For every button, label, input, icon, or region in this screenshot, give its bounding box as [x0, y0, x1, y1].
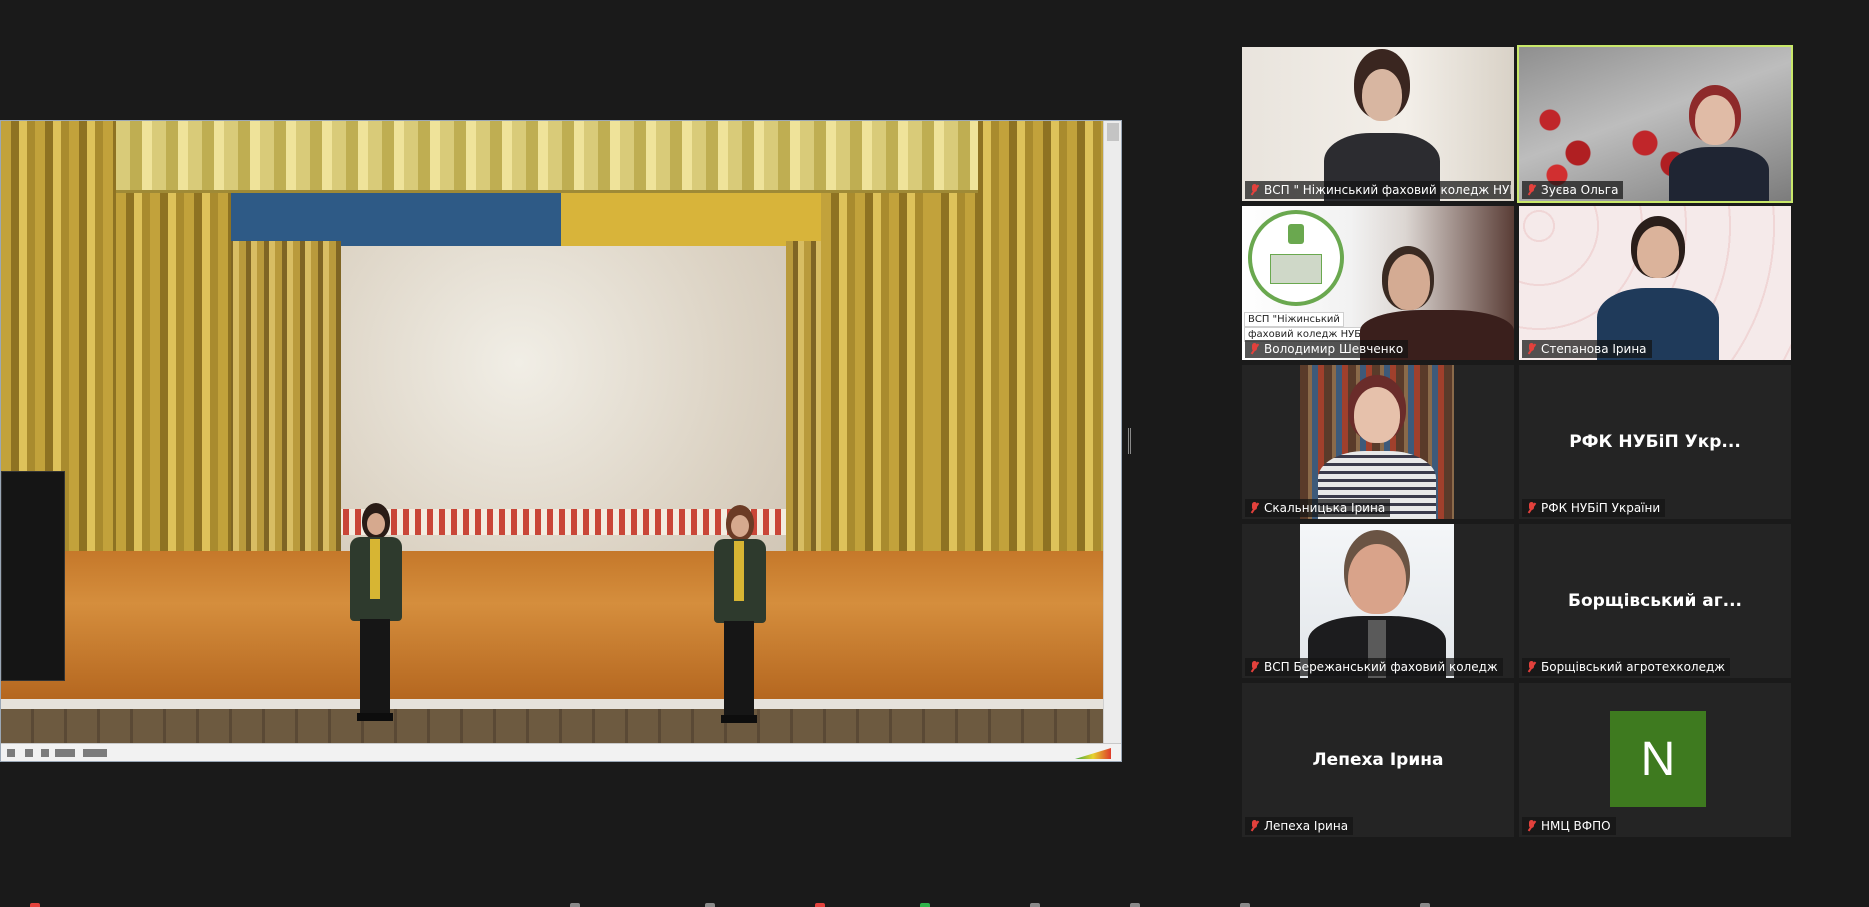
prev-icon[interactable] — [7, 749, 15, 757]
participant-name: ВСП Бережанський фаховий коледж — [1264, 660, 1498, 674]
participant-name-bar: НМЦ ВФПО — [1522, 817, 1616, 835]
participant-tile-active-speaker[interactable]: Зуєва Ольга — [1517, 45, 1793, 203]
muted-mic-icon — [1526, 343, 1537, 355]
muted-mic-icon — [1249, 820, 1260, 832]
participant-name: ВСП " Ніжинський фаховий коледж НУБі... — [1264, 183, 1511, 197]
participant-name: Степанова Ірина — [1541, 342, 1647, 356]
participant-video: ВСП "Ніжинський фаховий коледж НУБіП — [1242, 206, 1514, 360]
singer — [708, 505, 772, 725]
participant-avatar: N — [1610, 711, 1706, 807]
stop-icon[interactable] — [25, 749, 33, 757]
toolbar-button[interactable] — [1420, 903, 1430, 907]
toolbar-button[interactable] — [1130, 903, 1140, 907]
fullscreen-icon[interactable] — [55, 749, 75, 757]
meeting-toolbar — [0, 897, 1869, 907]
participant-name-bar: Володимир Шевченко — [1245, 340, 1409, 358]
participant-name: Скальницька Ірина — [1264, 501, 1386, 515]
participant-name-bar: РФК НУБіП України — [1522, 499, 1666, 517]
speaker-cabinet — [1, 471, 65, 681]
muted-mic-icon — [1526, 661, 1537, 673]
college-logo — [1248, 210, 1344, 306]
participant-tile[interactable]: РФК НУБіП Укр... РФК НУБіП України — [1519, 365, 1791, 519]
share-screen-button[interactable] — [920, 903, 930, 907]
participant-tile[interactable]: Скальницька Ірина — [1242, 365, 1514, 519]
meeting-window: ВСП " Ніжинський фаховий коледж НУБі... … — [0, 0, 1869, 907]
playlist-icon[interactable] — [83, 749, 107, 757]
participant-name: Зуєва Ольга — [1541, 183, 1619, 197]
participant-video — [1519, 206, 1791, 360]
toolbar-button[interactable] — [1240, 903, 1250, 907]
scrollbar[interactable] — [1103, 121, 1121, 743]
participant-name: НМЦ ВФПО — [1541, 819, 1611, 833]
participant-name-bar: ВСП Бережанський фаховий коледж — [1245, 658, 1503, 676]
next-icon[interactable] — [41, 749, 49, 757]
participant-tile[interactable]: Лепеха Ірина Лепеха Ірина — [1242, 683, 1514, 837]
notification-badge — [815, 903, 825, 907]
volume-icon[interactable] — [1075, 748, 1111, 759]
participant-display-name: РФК НУБіП Укр... — [1569, 432, 1741, 452]
participant-tile[interactable]: Борщівський аг... Борщівський агротехкол… — [1519, 524, 1791, 678]
scrollbar-thumb[interactable] — [1107, 123, 1119, 141]
stage-floor — [1, 551, 1105, 701]
stage-edge — [1, 699, 1105, 709]
participant-name-bar: Степанова Ірина — [1522, 340, 1652, 358]
participant-display-name: Борщівський аг... — [1567, 591, 1743, 611]
participant-display-name: Лепеха Ірина — [1312, 750, 1444, 770]
participant-tile[interactable]: ВСП " Ніжинський фаховий коледж НУБі... — [1242, 47, 1514, 201]
media-player-controls[interactable] — [1, 743, 1121, 761]
muted-mic-icon — [1526, 184, 1537, 196]
toolbar-button[interactable] — [705, 903, 715, 907]
toolbar-button[interactable] — [570, 903, 580, 907]
participant-tile[interactable]: ВСП "Ніжинський фаховий коледж НУБіП Вол… — [1242, 206, 1514, 360]
muted-mic-icon — [1526, 820, 1537, 832]
participant-video — [1519, 47, 1791, 201]
participant-tile[interactable]: ВСП Бережанський фаховий коледж — [1242, 524, 1514, 678]
participant-video — [1300, 365, 1454, 519]
participant-name-bar: ВСП " Ніжинський фаховий коледж НУБі... — [1245, 181, 1511, 199]
curtain-valance — [116, 121, 978, 193]
participant-name-bar: Борщівський агротехколедж — [1522, 658, 1731, 676]
muted-mic-icon — [1249, 502, 1260, 514]
muted-mic-icon — [1249, 661, 1260, 673]
muted-mic-icon — [1249, 343, 1260, 355]
singer — [344, 503, 408, 723]
participant-name: Борщівський агротехколедж — [1541, 660, 1726, 674]
participant-name: Володимир Шевченко — [1264, 342, 1404, 356]
participant-name-bar: Зуєва Ольга — [1522, 181, 1624, 199]
participant-tile[interactable]: N НМЦ ВФПО — [1519, 683, 1791, 837]
participant-name-bar: Лепеха Ірина — [1245, 817, 1354, 835]
participant-video — [1300, 524, 1454, 678]
shared-screen[interactable] — [0, 120, 1122, 762]
participant-video — [1242, 47, 1514, 201]
mute-button[interactable] — [30, 903, 40, 907]
muted-mic-icon — [1526, 502, 1537, 514]
logo-caption-line1: ВСП "Ніжинський — [1244, 312, 1344, 327]
split-view-handle[interactable] — [1128, 428, 1131, 454]
participant-tile[interactable]: Степанова Ірина — [1519, 206, 1791, 360]
stage-apron — [1, 709, 1105, 743]
muted-mic-icon — [1249, 184, 1260, 196]
participant-name-bar: Скальницька Ірина — [1245, 499, 1391, 517]
shared-video-frame — [1, 121, 1105, 743]
participant-name: Лепеха Ірина — [1264, 819, 1349, 833]
toolbar-button[interactable] — [1030, 903, 1040, 907]
participant-name: РФК НУБіП України — [1541, 501, 1661, 515]
